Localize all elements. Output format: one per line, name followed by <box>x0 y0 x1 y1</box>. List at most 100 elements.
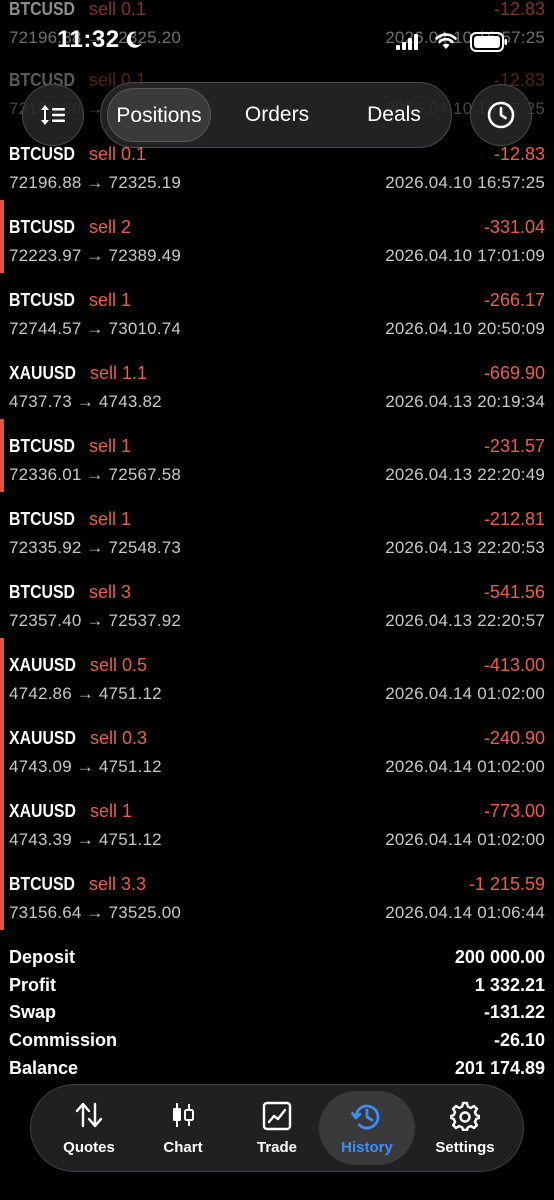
summary-commission: Commission -26.10 <box>0 1028 554 1056</box>
tab-settings[interactable]: Settings <box>417 1091 513 1165</box>
deal-profit: -541.56 <box>483 582 545 602</box>
tab-history[interactable]: History <box>319 1091 415 1165</box>
commission-label: Commission <box>9 1030 118 1051</box>
deal-side: sell 3 <box>89 582 132 602</box>
deal-profit: -669.90 <box>483 363 545 383</box>
deal-symbol: XAUUSD <box>9 801 76 821</box>
deal-profit: -231.57 <box>483 436 545 456</box>
deal-prices: 72336.01 → 72567.58 <box>9 465 182 484</box>
deal-side: sell 0.3 <box>90 728 148 748</box>
deposit-value: 200 000.00 <box>454 947 545 967</box>
deal-prices: 72357.40 → 72537.92 <box>9 611 182 630</box>
summary-deposit: Deposit 200 000.00 <box>0 945 554 973</box>
deal-symbol: BTCUSD <box>9 509 75 529</box>
deal-prices: 4742.86 → 4751.12 <box>9 684 162 703</box>
deal-prices: 4743.09 → 4751.12 <box>9 757 162 776</box>
deal-list: BTCUSD sell 0.1 -12.83 72196.88 → 72325.19… <box>0 127 554 930</box>
deposit-label: Deposit <box>9 947 76 967</box>
deal-row[interactable]: BTCUSD sell 0.1 -12.83 72196.88 → 72325.19… <box>0 127 554 200</box>
deal-datetime: 2026.04.14 01:06:44 <box>385 903 545 922</box>
cellular-signal-icon <box>396 34 418 50</box>
deal-datetime: 2026.04.13 22:20:57 <box>385 611 545 630</box>
deal-datetime: 2026.04.13 22:20:53 <box>385 538 545 557</box>
swap-value: -131.22 <box>483 1002 545 1023</box>
arrows-updown-icon <box>75 1102 103 1128</box>
deal-row[interactable]: BTCUSD sell 3.3 -1 215.59 73156.64 → 73525… <box>0 857 554 930</box>
deal-row[interactable]: XAUUSD sell 0.3 -240.90 4743.09 → 4751.12 2… <box>0 711 554 784</box>
deal-row[interactable]: XAUUSD sell 1 -773.00 4743.39 → 4751.12 202… <box>0 784 554 857</box>
deal-symbol: BTCUSD <box>9 144 75 164</box>
clock-icon <box>487 101 515 129</box>
tab-chart[interactable]: Chart <box>135 1091 231 1165</box>
deal-datetime: 2026.04.10 17:01:09 <box>385 246 545 265</box>
balance-label: Balance <box>9 1057 79 1078</box>
tab-history-label: History <box>341 1139 393 1156</box>
deal-title: BTCUSD sell 0.1 <box>9 144 146 165</box>
profit-value: 1 332.21 <box>474 974 545 995</box>
deal-title: BTCUSD sell 3.3 <box>9 874 146 895</box>
deal-title: XAUUSD sell 1.1 <box>9 363 147 384</box>
deal-datetime: 2026.04.13 20:19:34 <box>385 392 545 411</box>
summary-profit: Profit 1 332.21 <box>0 973 554 1001</box>
deal-title: XAUUSD sell 0.3 <box>9 728 147 749</box>
deal-datetime: 2026.04.14 01:02:00 <box>385 684 545 703</box>
deal-symbol: BTCUSD <box>9 436 75 456</box>
deal-profit: -1 215.59 <box>468 874 545 894</box>
candlestick-icon <box>173 1103 194 1127</box>
deal-title: BTCUSD sell 1 <box>9 509 131 530</box>
tab-chart-label: Chart <box>163 1139 203 1156</box>
deal-profit: -12.83 <box>493 144 545 164</box>
deal-row[interactable]: BTCUSD sell 2 -331.04 72223.97 → 72389.49 2… <box>0 200 554 273</box>
sort-icon <box>41 105 65 125</box>
deal-row[interactable]: BTCUSD sell 1 -266.17 72744.57 → 73010.74 2… <box>0 273 554 346</box>
deal-title: BTCUSD sell 2 <box>9 217 131 238</box>
deal-row[interactable]: XAUUSD sell 0.5 -413.00 4742.86 → 4751.12 2… <box>0 638 554 711</box>
gear-icon <box>450 1101 480 1131</box>
summary-balance: Balance 201 174.89 <box>0 1056 554 1084</box>
deal-prices: 72335.92 → 72548.73 <box>9 538 182 557</box>
deal-row[interactable]: BTCUSD sell 3 -541.56 72357.40 → 72537.92 2… <box>0 565 554 638</box>
deal-profit: -773.00 <box>483 801 545 821</box>
deal-prices: 72223.97 → 72389.49 <box>9 246 182 265</box>
deal-profit: -266.17 <box>483 290 545 310</box>
trend-chart-icon <box>262 1101 292 1131</box>
deal-profit: -331.04 <box>483 217 545 237</box>
tab-settings-label: Settings <box>435 1139 495 1156</box>
deal-datetime: 2026.04.13 22:20:49 <box>385 465 545 484</box>
deal-side: sell 1 <box>89 290 132 310</box>
deal-prices: 72196.88 → 72325.19 <box>9 173 182 192</box>
deal-side: sell 1.1 <box>90 363 148 383</box>
swap-label: Swap <box>9 1002 57 1023</box>
deal-datetime: 2026.04.14 01:02:00 <box>385 830 545 849</box>
deal-symbol: XAUUSD <box>9 728 76 748</box>
tab-trade-label: Trade <box>256 1139 298 1156</box>
deal-title: XAUUSD sell 0.5 <box>9 655 147 676</box>
deal-prices: 4743.39 → 4751.12 <box>9 830 162 849</box>
deal-title: BTCUSD sell 3 <box>9 582 131 603</box>
wifi-icon <box>435 33 457 49</box>
deal-prices: 72744.57 → 73010.74 <box>9 319 182 338</box>
deal-symbol: BTCUSD <box>9 217 75 237</box>
history-summary: Deposit 200 000.00 Profit 1 332.21 Swap … <box>0 945 554 1083</box>
deal-side: sell 1 <box>90 801 133 821</box>
deal-side: sell 3.3 <box>89 874 147 894</box>
moon-icon <box>126 31 142 48</box>
status-time: 11:32 <box>57 26 120 53</box>
deal-title: BTCUSD sell 1 <box>9 290 131 311</box>
tab-quotes[interactable]: Quotes <box>41 1091 137 1165</box>
deal-side: sell 1 <box>89 436 132 456</box>
deal-profit: -240.90 <box>483 728 545 748</box>
deal-symbol: XAUUSD <box>9 655 76 675</box>
deal-side: sell 2 <box>89 217 132 237</box>
deal-row[interactable]: BTCUSD sell 1 -212.81 72335.92 → 72548.73 2… <box>0 492 554 565</box>
deal-profit: -212.81 <box>483 509 545 529</box>
deal-side: sell 0.5 <box>90 655 148 675</box>
deal-row[interactable]: BTCUSD sell 1 -231.57 72336.01 → 72567.58 2… <box>0 419 554 492</box>
deal-row[interactable]: XAUUSD sell 1.1 -669.90 4737.73 → 4743.82 2… <box>0 346 554 419</box>
bottom-tab-bar: Quotes Chart Trade History Settings <box>30 1084 524 1172</box>
battery-icon <box>470 32 507 52</box>
tab-trade[interactable]: Trade <box>229 1091 325 1165</box>
history-clock-icon <box>351 1104 380 1130</box>
deal-datetime: 2026.04.14 01:02:00 <box>385 757 545 776</box>
deal-datetime: 2026.04.10 20:50:09 <box>385 319 545 338</box>
